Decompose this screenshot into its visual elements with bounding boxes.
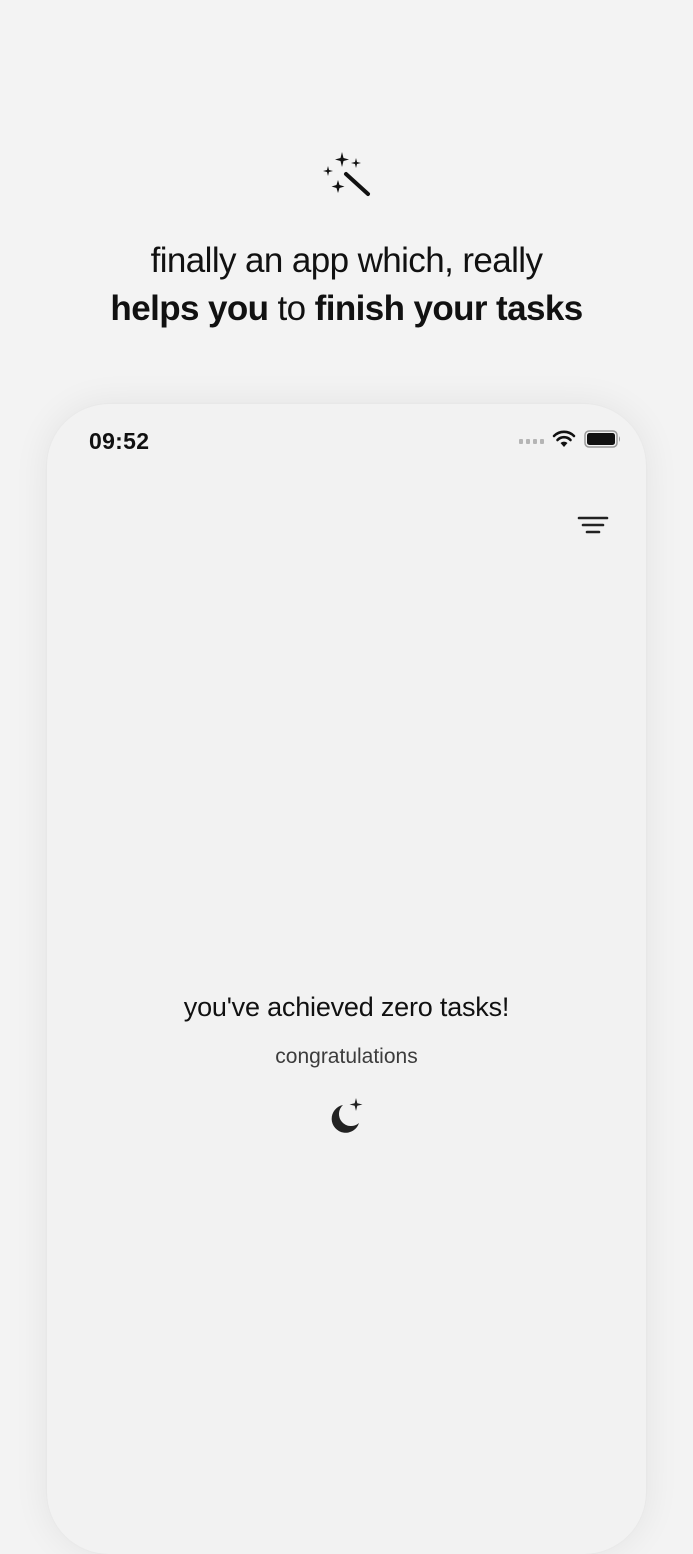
tagline-emphasis-2: finish your tasks	[314, 289, 584, 328]
status-bar-time: 09:52	[89, 428, 150, 454]
battery-icon	[584, 430, 622, 453]
wifi-icon	[552, 430, 576, 453]
cellular-signal-icon	[519, 439, 544, 444]
tagline-connector: to	[268, 289, 315, 328]
filter-lines-icon	[577, 516, 609, 534]
tagline-emphasis-1: helps you	[110, 289, 269, 328]
moon-stars-icon	[325, 1096, 367, 1138]
empty-state-subtitle: congratulations	[275, 1045, 418, 1068]
magic-wand-sparkles-icon	[320, 150, 374, 200]
filter-menu-button[interactable]	[575, 512, 611, 538]
empty-state-title: you've achieved zero tasks!	[183, 992, 510, 1022]
tagline-line-2: helps you to finish your tasks	[0, 289, 693, 329]
phone-mockup: 09:52 you've achieved zero tasks! congra…	[47, 404, 646, 1554]
tagline-line-1: finally an app which, really	[150, 241, 543, 280]
status-bar-icons	[519, 430, 622, 453]
